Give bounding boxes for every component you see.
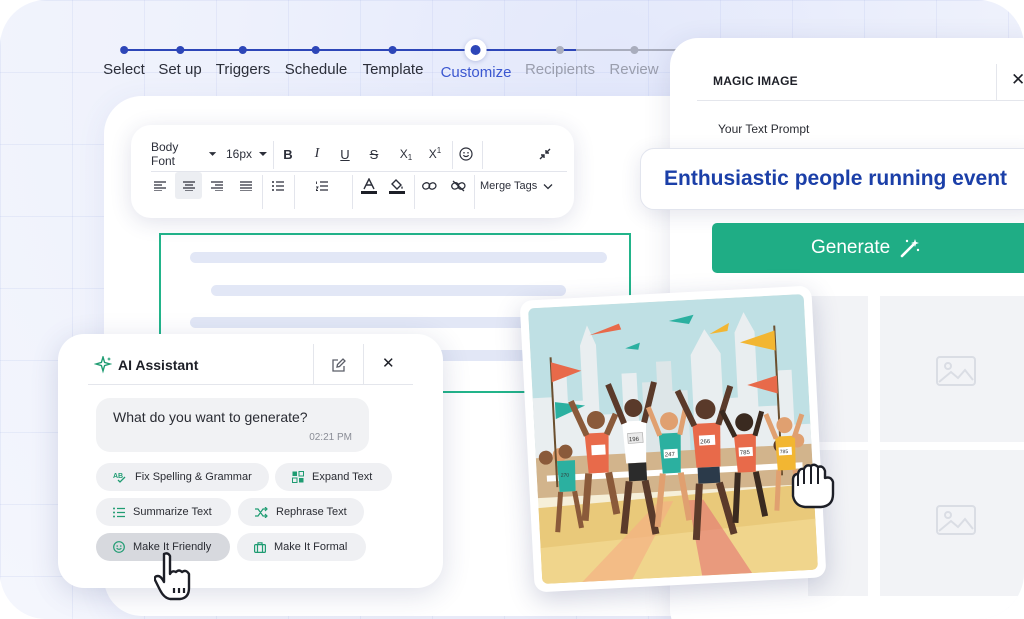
- font-family-value: Body Font: [151, 140, 179, 168]
- bib-number: 785: [780, 449, 789, 455]
- step-select[interactable]: Select: [103, 36, 145, 78]
- chip-label: Fix Spelling & Grammar: [135, 471, 252, 483]
- fill-color-icon[interactable]: [386, 175, 408, 197]
- step-set-up[interactable]: Set up: [158, 36, 202, 78]
- expand-icon: [292, 471, 304, 483]
- progress-stepper: Select Set up Triggers Schedule Template…: [100, 36, 736, 86]
- step-review[interactable]: Review: [609, 36, 659, 78]
- grab-hand-cursor: [791, 463, 835, 509]
- subscript-icon[interactable]: X1: [395, 143, 417, 165]
- prompt-label: Your Text Prompt: [718, 122, 810, 136]
- bold-icon[interactable]: B: [277, 143, 299, 165]
- font-size-value: 16px: [226, 147, 253, 161]
- chip-label: Summarize Text: [133, 506, 212, 518]
- text-format-toolbar: Body Font 16px B I U S X1 X1 Merge Tags: [131, 125, 574, 218]
- image-icon: [936, 356, 976, 386]
- svg-text:AB: AB: [113, 473, 123, 480]
- shuffle-icon: [255, 506, 268, 518]
- superscript-icon[interactable]: X1: [424, 143, 446, 165]
- step-customize[interactable]: Customize: [440, 36, 512, 81]
- image-icon: [936, 505, 976, 535]
- merge-tags-dropdown[interactable]: Merge Tags: [480, 175, 556, 197]
- bib-number: 785: [740, 450, 751, 457]
- prompt-value: Enthusiastic people running event: [664, 167, 1008, 190]
- text-line-placeholder: [190, 252, 607, 263]
- step-label: Schedule: [284, 61, 348, 78]
- close-icon[interactable]: ✕: [1011, 70, 1024, 90]
- link-icon[interactable]: [418, 175, 440, 197]
- font-family-select[interactable]: Body Font: [151, 140, 217, 168]
- step-triggers[interactable]: Triggers: [216, 36, 270, 78]
- italic-icon[interactable]: I: [306, 143, 328, 165]
- caret-down-icon: [259, 152, 268, 156]
- ai-assistant-title: AI Assistant: [118, 357, 199, 373]
- step-label: Customize: [440, 64, 512, 81]
- merge-tags-label: Merge Tags: [480, 180, 538, 192]
- image-placeholder: [880, 296, 1024, 442]
- marathon-runners-image: 196 247 266 785 785 270: [527, 293, 819, 585]
- align-right-icon[interactable]: [206, 175, 228, 197]
- unlink-icon[interactable]: [447, 175, 469, 197]
- font-size-select[interactable]: 16px: [226, 143, 268, 165]
- step-label: Recipients: [524, 61, 596, 78]
- app-frame: Select Set up Triggers Schedule Template…: [0, 0, 1024, 619]
- make-formal-chip[interactable]: Make It Formal: [237, 533, 366, 561]
- align-center-icon[interactable]: [175, 172, 202, 199]
- text-color-icon[interactable]: [358, 175, 380, 197]
- step-label: Review: [609, 61, 659, 78]
- bib-number: 270: [561, 472, 570, 478]
- step-recipients[interactable]: Recipients: [525, 36, 595, 78]
- chip-label: Expand Text: [312, 471, 373, 483]
- close-icon[interactable]: ✕: [382, 354, 395, 372]
- step-label: Set up: [158, 61, 202, 78]
- summarize-text-chip[interactable]: Summarize Text: [96, 498, 231, 526]
- step-label: Select: [103, 61, 145, 78]
- step-label: Template: [362, 61, 424, 78]
- image-placeholder: [880, 450, 1024, 596]
- magic-wand-icon: [900, 238, 920, 258]
- collapse-icon[interactable]: [534, 143, 556, 165]
- align-left-icon[interactable]: [149, 175, 171, 197]
- expand-text-chip[interactable]: Expand Text: [275, 463, 392, 491]
- align-justify-icon[interactable]: [235, 175, 257, 197]
- numbered-list-icon[interactable]: [311, 175, 333, 197]
- assistant-question: What do you want to generate?: [113, 409, 308, 425]
- sparkle-icon: [94, 356, 112, 374]
- bullet-list-icon[interactable]: [267, 175, 289, 197]
- smile-icon: [113, 541, 125, 553]
- fix-spelling-chip[interactable]: AB Fix Spelling & Grammar: [96, 463, 269, 491]
- message-timestamp: 02:21 PM: [309, 432, 352, 443]
- edit-icon[interactable]: [331, 358, 346, 373]
- chip-label: Rephrase Text: [276, 506, 347, 518]
- caret-down-icon: [208, 152, 217, 156]
- rephrase-text-chip[interactable]: Rephrase Text: [238, 498, 364, 526]
- step-template[interactable]: Template: [362, 36, 424, 78]
- prompt-input[interactable]: Enthusiastic people running event: [640, 148, 1024, 210]
- chip-label: Make It Formal: [274, 541, 348, 553]
- generate-label: Generate: [811, 237, 891, 258]
- generated-image-card[interactable]: 196 247 266 785 785 270: [519, 285, 827, 593]
- step-schedule[interactable]: Schedule: [284, 36, 348, 78]
- generate-button[interactable]: Generate: [712, 223, 1024, 273]
- magic-image-title: MAGIC IMAGE: [713, 74, 798, 88]
- underline-icon[interactable]: U: [334, 143, 356, 165]
- bib-number: 247: [665, 452, 676, 459]
- bib-number: 266: [700, 439, 711, 446]
- spellcheck-icon: AB: [113, 471, 127, 483]
- briefcase-icon: [254, 541, 266, 553]
- chevron-down-icon: [543, 183, 553, 189]
- text-line-placeholder: [211, 285, 566, 296]
- strikethrough-icon[interactable]: S: [363, 143, 385, 165]
- emoji-icon[interactable]: [455, 143, 477, 165]
- bib-number: 196: [629, 437, 640, 444]
- step-label: Triggers: [215, 61, 271, 78]
- list-icon: [113, 507, 125, 518]
- pointer-hand-cursor: [154, 552, 191, 601]
- assistant-message: What do you want to generate? 02:21 PM: [96, 398, 369, 452]
